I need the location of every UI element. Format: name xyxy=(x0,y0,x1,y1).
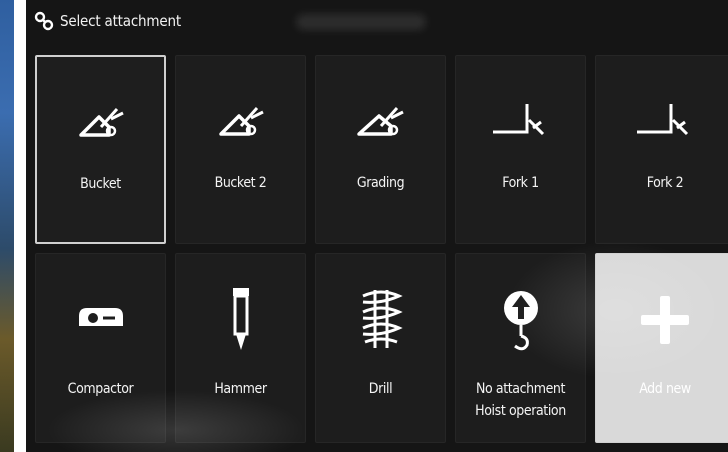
hoist-hook-icon xyxy=(503,291,538,351)
header-blur xyxy=(296,14,426,30)
tile-label: Bucket 2 xyxy=(214,175,267,191)
tile-bucket-2[interactable]: Bucket 2 xyxy=(175,55,306,244)
bucket-icon xyxy=(78,108,124,137)
tile-no-attachment[interactable]: No attachment Hoist operation xyxy=(455,253,586,443)
tile-compactor[interactable]: Compactor xyxy=(35,253,166,443)
page-title: Select attachment xyxy=(60,12,181,30)
tile-label: Fork 1 xyxy=(502,175,539,191)
tile-drill[interactable]: Drill xyxy=(315,253,446,443)
compactor-icon xyxy=(78,308,123,326)
tile-label: Add new xyxy=(639,381,691,397)
bucket-icon xyxy=(218,107,264,136)
tile-hammer[interactable]: Hammer xyxy=(175,253,306,443)
tile-label: Hammer xyxy=(214,381,267,397)
link-chain-icon xyxy=(34,11,54,31)
drill-icon xyxy=(361,290,403,348)
tile-label: No attachment xyxy=(475,381,566,397)
tile-sublabel: Hoist operation xyxy=(475,403,566,419)
header-bar: Select attachment xyxy=(26,0,728,42)
fork-icon xyxy=(637,104,689,136)
tile-bucket[interactable]: Bucket xyxy=(35,55,166,244)
tile-grading[interactable]: Grading xyxy=(315,55,446,244)
tile-label: Compactor xyxy=(67,381,134,397)
tile-label: Fork 2 xyxy=(646,175,684,191)
tile-label: Grading xyxy=(356,175,405,191)
attachment-screen: Select attachment Bucket Bucket 2 Gradin… xyxy=(26,0,728,452)
grading-bucket-icon xyxy=(356,107,404,136)
plus-icon xyxy=(641,296,689,344)
hammer-icon xyxy=(232,288,249,350)
fork-icon xyxy=(492,104,544,136)
tile-fork-1[interactable]: Fork 1 xyxy=(455,55,586,244)
background-edge xyxy=(0,0,14,452)
tile-label: Bucket xyxy=(80,176,121,192)
tile-add-new[interactable]: Add new xyxy=(595,253,728,443)
tile-fork-2[interactable]: Fork 2 xyxy=(595,55,728,244)
tile-label: Drill xyxy=(368,381,393,397)
